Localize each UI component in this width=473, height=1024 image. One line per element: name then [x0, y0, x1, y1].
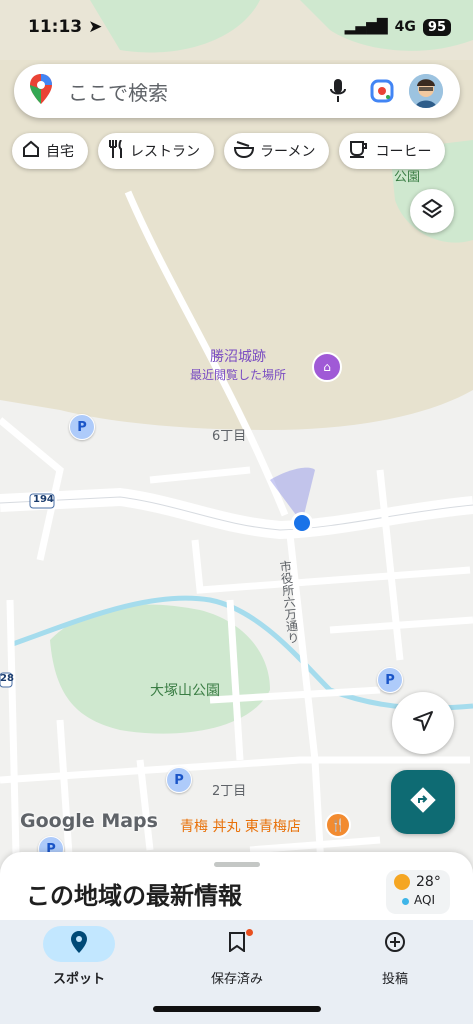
area-label-2chome: 2丁目: [212, 784, 247, 799]
park-top-label: 公園: [394, 170, 421, 185]
bookmark-icon: [229, 932, 245, 956]
area-label-6chome: 6丁目: [212, 429, 247, 444]
chip-home[interactable]: 自宅: [12, 133, 88, 169]
temperature: 28°: [416, 874, 441, 890]
restaurant-label[interactable]: 青梅 丼丸 東青梅店: [180, 816, 301, 836]
nav-contribute[interactable]: 投稿: [316, 920, 473, 1000]
add-circle-icon: [384, 931, 406, 957]
maps-pin-logo-icon: [30, 74, 52, 108]
park-label[interactable]: 大塚山公園: [150, 680, 220, 700]
route-shield-194: 194: [33, 494, 54, 505]
my-location-button[interactable]: [392, 692, 454, 754]
coffee-icon: [349, 140, 369, 162]
location-arrow-icon: ➤: [88, 17, 103, 37]
chip-label: 自宅: [46, 144, 74, 160]
chip-restaurant[interactable]: レストラン: [98, 133, 214, 169]
explore-pin-icon: [71, 931, 87, 957]
restaurant-pin-icon[interactable]: 🍴: [325, 812, 351, 838]
parking-pin[interactable]: P: [166, 767, 192, 793]
signal-icon: ▂▄▆█: [344, 19, 388, 35]
search-bar[interactable]: ここで検索: [14, 64, 460, 118]
ramen-icon: [233, 140, 255, 162]
aqi-label: AQI: [414, 893, 435, 907]
home-indicator[interactable]: [153, 1006, 321, 1012]
microphone-icon[interactable]: [316, 79, 360, 103]
nav-saved[interactable]: 保存済み: [158, 920, 316, 1000]
chip-ramen[interactable]: ラーメン: [224, 133, 330, 169]
search-input[interactable]: ここで検索: [68, 77, 316, 106]
chip-coffee[interactable]: コーヒー: [339, 133, 446, 169]
google-lens-icon[interactable]: [360, 79, 404, 103]
restaurant-icon: [108, 139, 124, 162]
google-maps-logo: Google Maps: [20, 810, 158, 832]
category-chips: 自宅 レストラン ラーメン コーヒー: [12, 133, 446, 169]
directions-icon: [409, 786, 437, 818]
route-shield-28: 28: [0, 673, 14, 684]
aqi-dot-icon: [402, 898, 409, 905]
chip-label: コーヒー: [375, 144, 432, 160]
directions-button[interactable]: [391, 770, 455, 834]
layers-button[interactable]: [410, 189, 454, 233]
sun-icon: [394, 874, 410, 890]
nav-label: 投稿: [381, 972, 408, 987]
parking-pin[interactable]: P: [377, 667, 403, 693]
avatar: [409, 74, 443, 108]
status-bar: 11:13 ➤ ▂▄▆█ 4G 95: [0, 0, 473, 54]
poi-landmark-icon[interactable]: ⌂: [312, 352, 342, 382]
poi-katsunuma-castle[interactable]: 勝沼城跡 最近閲覧した場所: [190, 348, 286, 384]
nav-active-pill: [43, 926, 115, 962]
account-avatar[interactable]: [404, 74, 448, 108]
chip-label: ラーメン: [260, 144, 316, 160]
status-time: 11:13: [28, 17, 83, 37]
layers-icon: [421, 198, 443, 224]
notification-dot: [246, 929, 253, 936]
chip-label: レストラン: [130, 144, 200, 160]
poi-name: 勝沼城跡: [210, 349, 266, 365]
nav-icon-wrap: [201, 926, 273, 962]
navigation-arrow-icon: [412, 710, 434, 736]
home-icon: [22, 140, 40, 162]
nav-explore[interactable]: スポット: [0, 920, 158, 1000]
sheet-drag-handle[interactable]: [214, 862, 260, 867]
sheet-title: この地域の最新情報: [26, 882, 242, 910]
network-type: 4G: [394, 19, 416, 35]
poi-subtitle: 最近閲覧した場所: [190, 368, 287, 382]
nav-label: 保存済み: [210, 972, 263, 987]
battery-level: 95: [422, 18, 451, 36]
nav-label: スポット: [52, 972, 105, 987]
nav-icon-wrap: [359, 926, 431, 962]
weather-widget[interactable]: 28° AQI: [386, 870, 450, 914]
parking-pin[interactable]: P: [69, 414, 95, 440]
